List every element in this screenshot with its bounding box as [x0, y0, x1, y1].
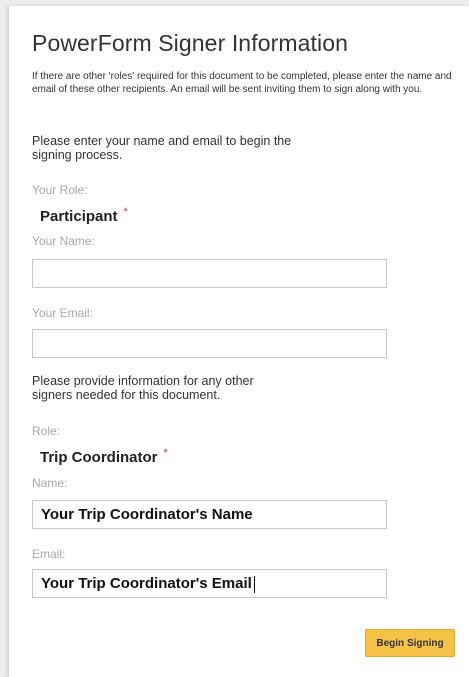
email-label: Email: — [32, 547, 66, 561]
your-email-label: Your Email: — [32, 306, 93, 320]
signer-prompt: Please enter your name and email to begi… — [32, 134, 292, 162]
other-signers-prompt: Please provide information for any other… — [32, 374, 254, 402]
other-email-input[interactable]: Your Trip Coordinator's Email — [32, 569, 387, 598]
begin-signing-button[interactable]: Begin Signing — [365, 629, 455, 657]
intro-text: If there are other 'roles' required for … — [32, 71, 452, 95]
your-name-label: Your Name: — [32, 234, 95, 248]
signer-role: Participant * — [40, 206, 128, 225]
other-name-input[interactable]: Your Trip Coordinator's Name — [32, 500, 387, 529]
text-cursor — [253, 575, 255, 593]
name-label: Name: — [32, 476, 68, 490]
required-indicator: * — [123, 206, 128, 218]
your-name-input[interactable] — [32, 259, 387, 288]
your-role-label: Your Role: — [32, 183, 88, 197]
signer-form-panel: PowerForm Signer Information If there ar… — [9, 6, 469, 677]
other-role: Trip Coordinator * — [40, 447, 168, 466]
your-email-input[interactable] — [32, 329, 387, 358]
role-label: Role: — [32, 424, 61, 438]
other-email-value: Your Trip Coordinator's Email — [41, 575, 252, 592]
page-title: PowerForm Signer Information — [32, 30, 348, 56]
signer-role-name: Participant — [40, 208, 118, 225]
required-indicator: * — [163, 447, 168, 459]
other-role-name: Trip Coordinator — [40, 449, 158, 466]
